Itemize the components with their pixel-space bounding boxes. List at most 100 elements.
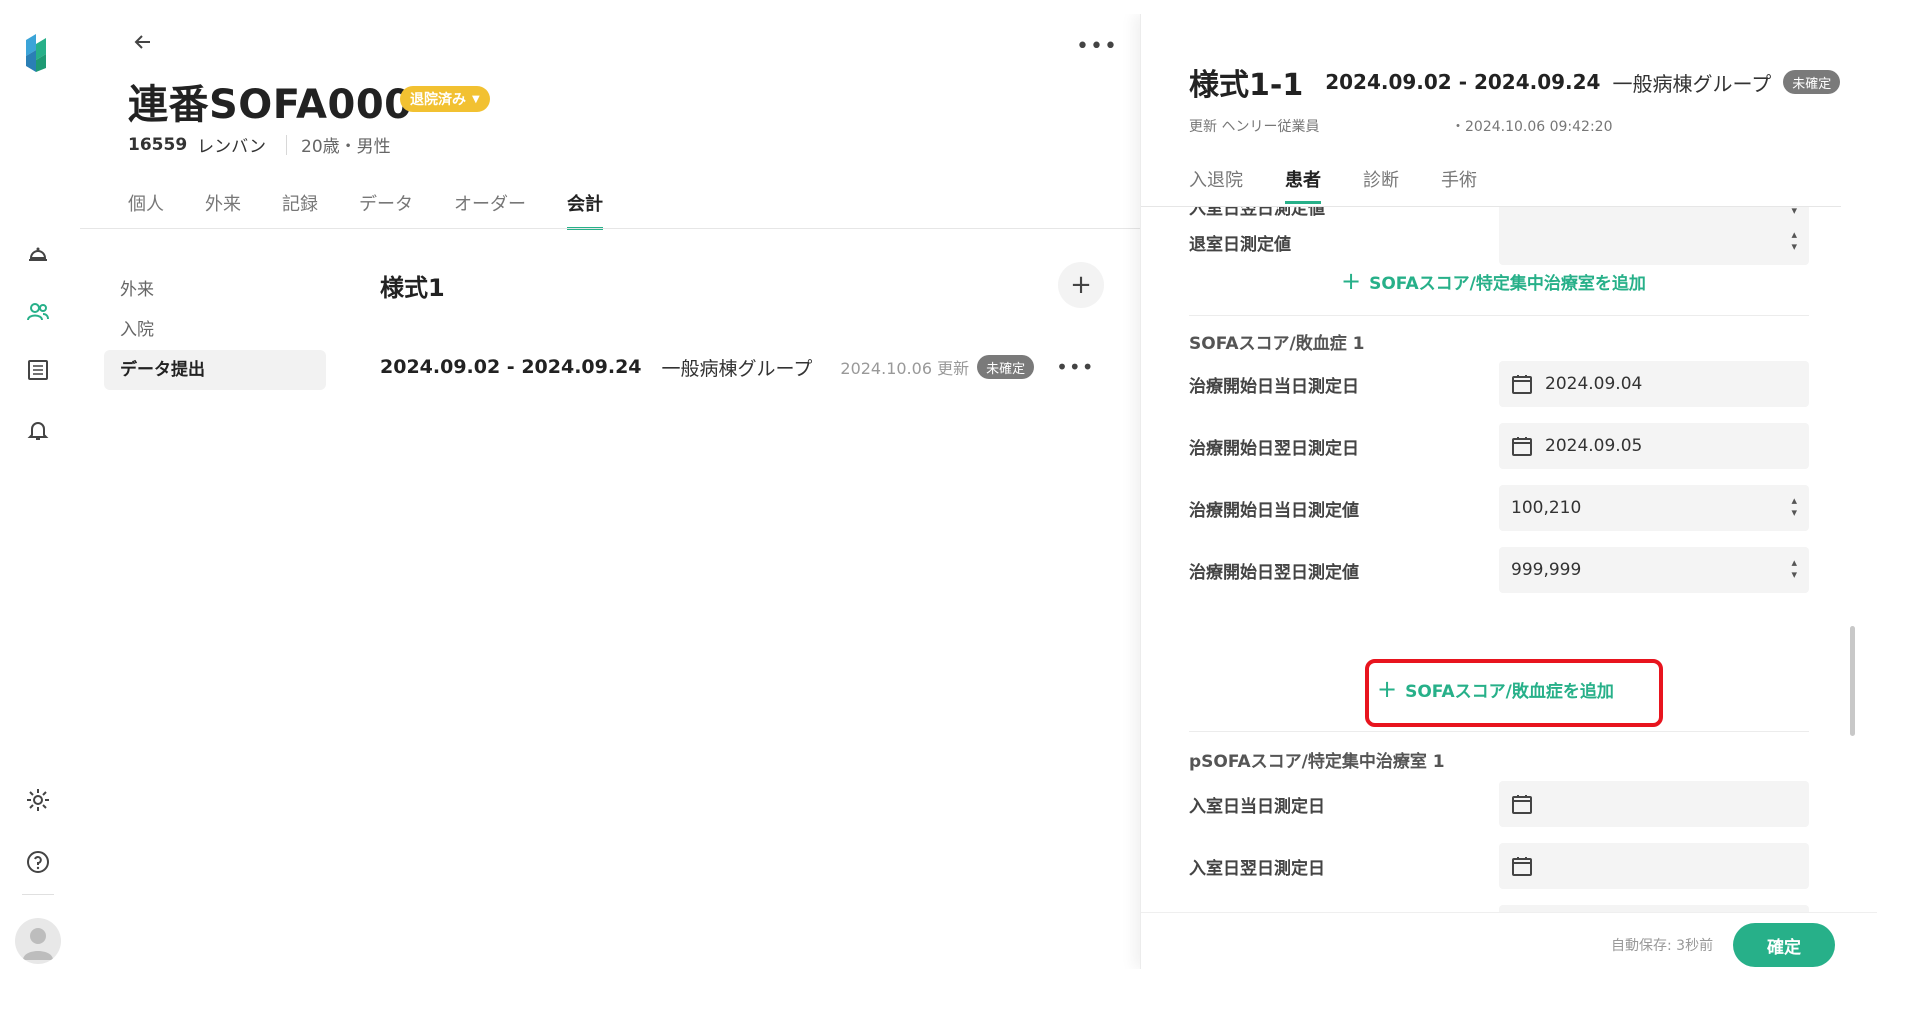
- number-input[interactable]: 999,999 ▴ ▾: [1499, 547, 1809, 593]
- tab-surgery[interactable]: 手術: [1441, 166, 1477, 204]
- form-row-exit-value: 退室日測定値 ▴ ▾: [1189, 219, 1809, 265]
- outer-margin: [1877, 0, 1916, 1012]
- field-label: 退室日測定値: [1189, 234, 1291, 255]
- date-input-partial[interactable]: [1499, 905, 1809, 912]
- entry-status-badge: 未確定: [977, 355, 1035, 379]
- tab-admission-discharge[interactable]: 入退院: [1189, 166, 1243, 204]
- status-badge-dropdown[interactable]: 退院済み ▼: [400, 86, 490, 112]
- field-value: 2024.09.05: [1545, 436, 1643, 456]
- panel-tabs: 入退院 患者 診断 手術: [1189, 166, 1519, 204]
- add-sofa-icu-label: SOFAスコア/特定集中治療室を追加: [1369, 273, 1646, 294]
- entry-period: 2024.09.02 - 2024.09.24: [380, 356, 642, 378]
- app-window: ••• 連番SOFA000 退院済み ▼ 16559 レンバン 20歳・男性 個…: [8, 14, 1877, 969]
- form-row-psofa-1: 入室日当日測定日: [1189, 781, 1809, 827]
- form-row-sofa-3: 治療開始日当日測定値 100,210 ▴ ▾: [1189, 485, 1809, 531]
- form-detail-panel: 様式1-1 2024.09.02 - 2024.09.24 一般病棟グループ 未…: [1140, 14, 1877, 969]
- calendar-icon: [1512, 857, 1532, 876]
- notification-bell-icon[interactable]: [24, 416, 52, 444]
- subnav-item-data-submission[interactable]: データ提出: [104, 350, 326, 390]
- help-question-icon[interactable]: [24, 848, 52, 876]
- stepper-icon[interactable]: ▴▾: [1791, 495, 1797, 519]
- tab-diagnosis[interactable]: 診断: [1363, 166, 1399, 204]
- entry-more-icon[interactable]: •••: [1056, 355, 1094, 379]
- patient-main: ••• 連番SOFA000 退院済み ▼ 16559 レンバン 20歳・男性 個…: [80, 14, 1140, 969]
- field-label: 治療開始日翌日測定日: [1189, 438, 1359, 459]
- date-input[interactable]: [1499, 781, 1809, 827]
- add-sofa-icu-button[interactable]: + SOFAスコア/特定集中治療室を追加: [1341, 267, 1646, 295]
- subnav-item-inpatient[interactable]: 入院: [104, 310, 326, 350]
- stepper-icon[interactable]: ▴▾: [1791, 229, 1797, 253]
- chevron-down-icon: ▼: [472, 93, 480, 105]
- patients-icon[interactable]: [24, 298, 52, 326]
- psofa-group-title: pSOFAスコア/特定集中治療室 1: [1189, 752, 1445, 772]
- stepper-icon[interactable]: ▴▾: [1791, 207, 1797, 217]
- highlight-box: [1365, 659, 1663, 727]
- form-entry-row[interactable]: 2024.09.02 - 2024.09.24 一般病棟グループ 2024.10…: [380, 344, 1110, 390]
- tab-billing[interactable]: 会計: [567, 190, 603, 230]
- form-row-sofa-1: 治療開始日当日測定日 2024.09.04: [1189, 361, 1809, 407]
- calendar-icon: [1512, 795, 1532, 814]
- form-scroll-area[interactable]: 入室日翌日測定値 ▴▾ 退室日測定値 ▴▾ + SOFAスコア/特定集中治療室を…: [1141, 207, 1841, 912]
- autosave-status: 自動保存: 3秒前: [1611, 938, 1714, 954]
- plus-icon: +: [1070, 270, 1092, 300]
- left-rail: [8, 14, 73, 969]
- subnav-item-outpatient[interactable]: 外来: [104, 270, 326, 310]
- panel-form-name: 様式1-1: [1189, 68, 1304, 103]
- tab-orders[interactable]: オーダー: [454, 190, 526, 230]
- entry-updated: 2024.10.06 更新: [840, 359, 970, 378]
- billing-subnav: 外来 入院 データ提出: [104, 270, 326, 390]
- field-value: 999,999: [1511, 560, 1582, 580]
- form-row-psofa-2: 入室日翌日測定日: [1189, 843, 1809, 889]
- back-arrow-icon[interactable]: [128, 28, 158, 56]
- field-label: 入室日翌日測定日: [1189, 858, 1325, 879]
- field-label: 入室日翌日測定値: [1189, 207, 1325, 219]
- tab-outpatient[interactable]: 外来: [205, 190, 241, 230]
- field-label: 治療開始日当日測定値: [1189, 500, 1359, 521]
- form-row-sofa-2: 治療開始日翌日測定日 2024.09.05: [1189, 423, 1809, 469]
- tabs-divider: [80, 228, 1140, 229]
- field-value: 100,210: [1511, 498, 1582, 518]
- panel-group: 一般病棟グループ: [1612, 71, 1772, 96]
- reception-bell-icon[interactable]: [24, 240, 52, 268]
- plus-icon: +: [1341, 267, 1362, 295]
- tab-data[interactable]: データ: [359, 190, 413, 230]
- panel-title-row: 様式1-1 2024.09.02 - 2024.09.24 一般病棟グループ 未…: [1189, 60, 1841, 104]
- field-label: 治療開始日翌日測定値: [1189, 562, 1359, 583]
- list-document-icon[interactable]: [24, 356, 52, 384]
- patient-title: 連番SOFA000: [128, 82, 413, 128]
- field-value: 2024.09.04: [1545, 374, 1643, 394]
- date-input[interactable]: [1499, 843, 1809, 889]
- patient-info-row: 16559 レンバン 20歳・男性: [128, 132, 391, 157]
- section-divider: [1189, 315, 1809, 316]
- add-button[interactable]: +: [1058, 262, 1104, 308]
- number-input[interactable]: ▴▾: [1499, 219, 1809, 265]
- form-row-sofa-4: 治療開始日翌日測定値 999,999 ▴ ▾: [1189, 547, 1809, 593]
- field-label: 入室日当日測定日: [1189, 796, 1325, 817]
- more-options-icon[interactable]: •••: [1076, 34, 1118, 59]
- panel-update-meta: 更新 ヘンリー従業員 ・2024.10.06 09:42:20: [1189, 116, 1613, 136]
- patient-age-sex: 20歳・男性: [301, 137, 391, 157]
- settings-gear-icon[interactable]: [24, 786, 52, 814]
- tab-records[interactable]: 記録: [282, 190, 318, 230]
- panel-updated-by: 更新 ヘンリー従業員: [1189, 119, 1320, 135]
- panel-period: 2024.09.02 - 2024.09.24: [1325, 70, 1601, 94]
- stepper-icon[interactable]: ▴▾: [1791, 557, 1797, 581]
- confirm-button[interactable]: 確定: [1733, 923, 1835, 967]
- info-divider: [286, 134, 288, 155]
- rail-divider: [22, 894, 54, 895]
- tab-personal[interactable]: 個人: [128, 190, 164, 230]
- user-avatar[interactable]: [15, 918, 61, 964]
- scrollbar-thumb[interactable]: [1850, 626, 1855, 736]
- panel-updated-at: ・2024.10.06 09:42:20: [1451, 119, 1613, 135]
- tab-patient[interactable]: 患者: [1285, 166, 1321, 204]
- panel-status-badge: 未確定: [1783, 70, 1841, 94]
- date-input[interactable]: 2024.09.05: [1499, 423, 1809, 469]
- calendar-icon: [1512, 375, 1532, 394]
- patient-name: レンバン: [197, 137, 267, 157]
- status-badge-label: 退院済み: [410, 92, 466, 108]
- section-title: 様式1: [380, 274, 445, 302]
- field-label: 治療開始日当日測定日: [1189, 376, 1359, 397]
- calendar-icon: [1512, 437, 1532, 456]
- date-input[interactable]: 2024.09.04: [1499, 361, 1809, 407]
- number-input[interactable]: 100,210 ▴ ▾: [1499, 485, 1809, 531]
